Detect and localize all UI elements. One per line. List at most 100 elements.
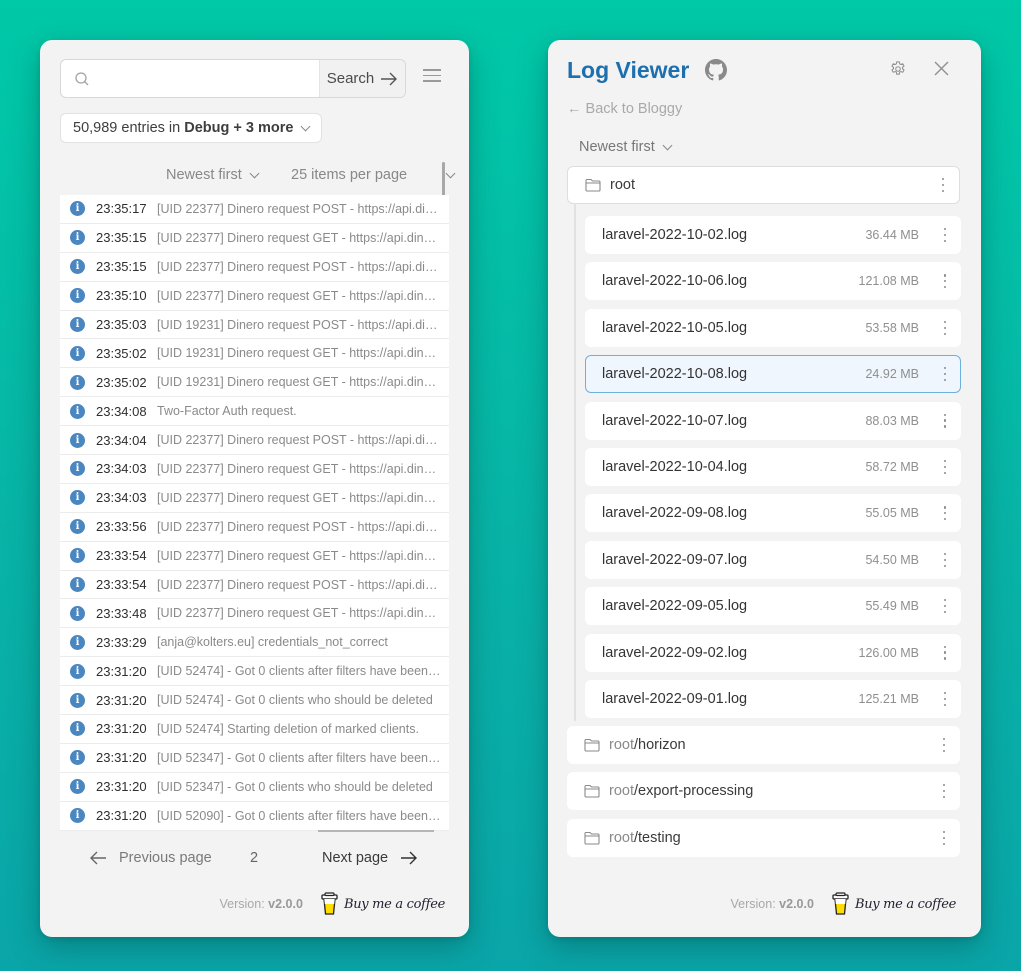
tree-guide-line bbox=[574, 203, 576, 721]
more-options-icon[interactable] bbox=[943, 367, 947, 382]
folder-item[interactable]: root/testing bbox=[567, 819, 960, 857]
gear-icon[interactable] bbox=[889, 60, 907, 78]
info-level-icon: i bbox=[70, 605, 85, 621]
log-file-item[interactable]: laravel-2022-10-07.log 88.03 MB bbox=[585, 401, 961, 440]
entry-message: [UID 19231] Dinero request POST - https:… bbox=[157, 317, 449, 332]
file-size: 53.58 MB bbox=[865, 320, 919, 335]
log-entry-row[interactable]: i 23:34:08 Two-Factor Auth request. bbox=[60, 397, 449, 427]
info-level-icon: i bbox=[70, 750, 85, 766]
log-file-item[interactable]: laravel-2022-10-02.log 36.44 MB bbox=[585, 216, 961, 254]
previous-page-button[interactable]: Previous page bbox=[89, 850, 212, 866]
log-entry-row[interactable]: i 23:35:15 [UID 22377] Dinero request GET … bbox=[60, 223, 449, 253]
folder-icon bbox=[584, 784, 600, 798]
hamburger-menu-icon[interactable] bbox=[423, 69, 441, 85]
horizontal-scrollbar[interactable] bbox=[318, 830, 434, 832]
sort-order-dropdown[interactable]: Newest first bbox=[166, 167, 260, 183]
log-file-item[interactable]: laravel-2022-10-08.log 24.92 MB bbox=[585, 355, 961, 394]
entry-time: 23:35:10 bbox=[96, 288, 147, 304]
info-level-icon: i bbox=[70, 721, 85, 737]
folder-root-segment: root bbox=[609, 737, 634, 753]
log-file-item[interactable]: laravel-2022-09-01.log 125.21 MB bbox=[585, 679, 961, 718]
more-options-icon[interactable] bbox=[943, 459, 947, 474]
next-page-button[interactable]: Next page bbox=[322, 850, 418, 866]
log-file-item[interactable]: laravel-2022-09-02.log 126.00 MB bbox=[585, 633, 961, 672]
log-file-item[interactable]: laravel-2022-09-07.log 54.50 MB bbox=[585, 540, 961, 579]
folder-item[interactable]: root/horizon bbox=[567, 726, 960, 764]
search-button[interactable]: Search bbox=[319, 60, 405, 97]
buy-me-a-coffee-link[interactable]: Buy me a coffee bbox=[321, 892, 445, 916]
file-size: 121.08 MB bbox=[858, 274, 919, 289]
file-size: 36.44 MB bbox=[865, 228, 919, 242]
entry-message: [UID 22377] Dinero request GET - https:/… bbox=[157, 548, 449, 563]
log-file-item[interactable]: laravel-2022-10-06.log 121.08 MB bbox=[585, 262, 961, 301]
log-entry-row[interactable]: i 23:31:20 [UID 52347] - Got 0 clients who… bbox=[60, 772, 449, 802]
more-options-icon[interactable] bbox=[942, 831, 946, 845]
file-size: 88.03 MB bbox=[865, 413, 919, 428]
log-entry-row[interactable]: i 23:35:15 [UID 22377] Dinero request POST… bbox=[60, 252, 449, 282]
log-entry-row[interactable]: i 23:35:10 [UID 22377] Dinero request GET … bbox=[60, 281, 449, 311]
entry-message: [UID 22377] Dinero request GET - https:/… bbox=[157, 490, 449, 505]
log-entry-row[interactable]: i 23:34:03 [UID 22377] Dinero request GET … bbox=[60, 455, 449, 484]
log-entry-row[interactable]: i 23:35:02 [UID 19231] Dinero request GET … bbox=[60, 339, 449, 369]
version-label: Version: bbox=[219, 897, 265, 911]
more-options-icon[interactable] bbox=[943, 552, 947, 567]
log-entries-panel: Search 50,989 entries in Debug + 3 more … bbox=[40, 40, 469, 937]
more-options-icon[interactable] bbox=[942, 738, 946, 752]
search-input[interactable] bbox=[90, 60, 319, 97]
github-icon[interactable] bbox=[705, 59, 727, 81]
entry-time: 23:31:20 bbox=[96, 750, 147, 766]
previous-page-label: Previous page bbox=[119, 850, 212, 866]
info-level-icon: i bbox=[70, 490, 85, 506]
log-entry-row[interactable]: i 23:33:48 [UID 22377] Dinero request GET … bbox=[60, 599, 449, 629]
close-icon[interactable] bbox=[934, 61, 949, 76]
entry-time: 23:35:15 bbox=[96, 259, 147, 275]
log-file-item[interactable]: laravel-2022-09-08.log 55.05 MB bbox=[585, 494, 961, 533]
info-level-icon: i bbox=[70, 634, 85, 650]
folder-item[interactable]: root/export-processing bbox=[567, 772, 960, 810]
log-entry-row[interactable]: i 23:34:03 [UID 22377] Dinero request GET … bbox=[60, 483, 449, 513]
log-entry-row[interactable]: i 23:34:04 [UID 22377] Dinero request POST… bbox=[60, 426, 449, 456]
folder-sub-segment: /testing bbox=[634, 830, 681, 846]
entry-time: 23:31:20 bbox=[96, 663, 147, 679]
more-options-icon[interactable] bbox=[943, 228, 947, 242]
more-options-icon[interactable] bbox=[943, 274, 947, 289]
more-options-icon[interactable] bbox=[943, 506, 947, 521]
version-label: Version: bbox=[730, 897, 776, 911]
log-file-item[interactable]: laravel-2022-10-04.log 58.72 MB bbox=[585, 447, 961, 486]
more-options-icon[interactable] bbox=[941, 178, 945, 192]
more-options-icon[interactable] bbox=[943, 413, 947, 428]
log-file-item[interactable]: laravel-2022-09-05.log 55.49 MB bbox=[585, 587, 961, 626]
log-entry-row[interactable]: i 23:33:54 [UID 22377] Dinero request GET … bbox=[60, 541, 449, 571]
log-entry-row[interactable]: i 23:35:17 [UID 22377] Dinero request POST… bbox=[60, 195, 449, 224]
version-number: v2.0.0 bbox=[268, 897, 303, 911]
items-per-page-dropdown[interactable]: 25 items per page bbox=[291, 167, 456, 183]
log-entry-row[interactable]: i 23:31:20 [UID 52347] - Got 0 clients aft… bbox=[60, 743, 449, 773]
entry-time: 23:33:48 bbox=[96, 605, 147, 621]
log-entry-row[interactable]: i 23:31:20 [UID 52474] Starting deletion o… bbox=[60, 715, 449, 744]
buy-me-a-coffee-link[interactable]: Buy me a coffee bbox=[832, 892, 956, 916]
more-options-icon[interactable] bbox=[943, 645, 947, 660]
entry-message: [UID 52474] - Got 0 clients after filter… bbox=[157, 664, 449, 679]
sort-order-dropdown[interactable]: Newest first bbox=[579, 139, 673, 155]
version-info: Version: v2.0.0 bbox=[731, 897, 814, 911]
log-entry-row[interactable]: i 23:35:03 [UID 19231] Dinero request POST… bbox=[60, 310, 449, 340]
folder-root[interactable]: root bbox=[567, 166, 960, 204]
info-level-icon: i bbox=[70, 779, 85, 795]
back-link[interactable]: ← Back to Bloggy bbox=[567, 101, 682, 117]
more-options-icon[interactable] bbox=[943, 599, 947, 614]
log-entry-row[interactable]: i 23:33:54 [UID 22377] Dinero request POST… bbox=[60, 570, 449, 600]
log-file-item[interactable]: laravel-2022-10-05.log 53.58 MB bbox=[585, 308, 961, 347]
more-options-icon[interactable] bbox=[943, 320, 947, 335]
severity-levels-dropdown[interactable]: 50,989 entries in Debug + 3 more bbox=[60, 113, 323, 143]
more-options-icon[interactable] bbox=[942, 784, 946, 798]
current-page-number[interactable]: 2 bbox=[250, 850, 258, 866]
log-entry-row[interactable]: i 23:35:02 [UID 19231] Dinero request GET … bbox=[60, 368, 449, 398]
log-entry-row[interactable]: i 23:31:20 [UID 52090] - Got 0 clients aft… bbox=[60, 801, 449, 831]
more-options-icon[interactable] bbox=[943, 691, 947, 706]
log-entry-row[interactable]: i 23:31:20 [UID 52474] - Got 0 clients aft… bbox=[60, 657, 449, 687]
entry-time: 23:33:54 bbox=[96, 577, 147, 593]
chevron-down-icon bbox=[662, 140, 673, 150]
log-entry-row[interactable]: i 23:31:20 [UID 52474] - Got 0 clients who… bbox=[60, 686, 449, 716]
log-entry-row[interactable]: i 23:33:29 [anja@kolters.eu] credentials_n… bbox=[60, 628, 449, 658]
log-entry-row[interactable]: i 23:33:56 [UID 22377] Dinero request POST… bbox=[60, 512, 449, 542]
